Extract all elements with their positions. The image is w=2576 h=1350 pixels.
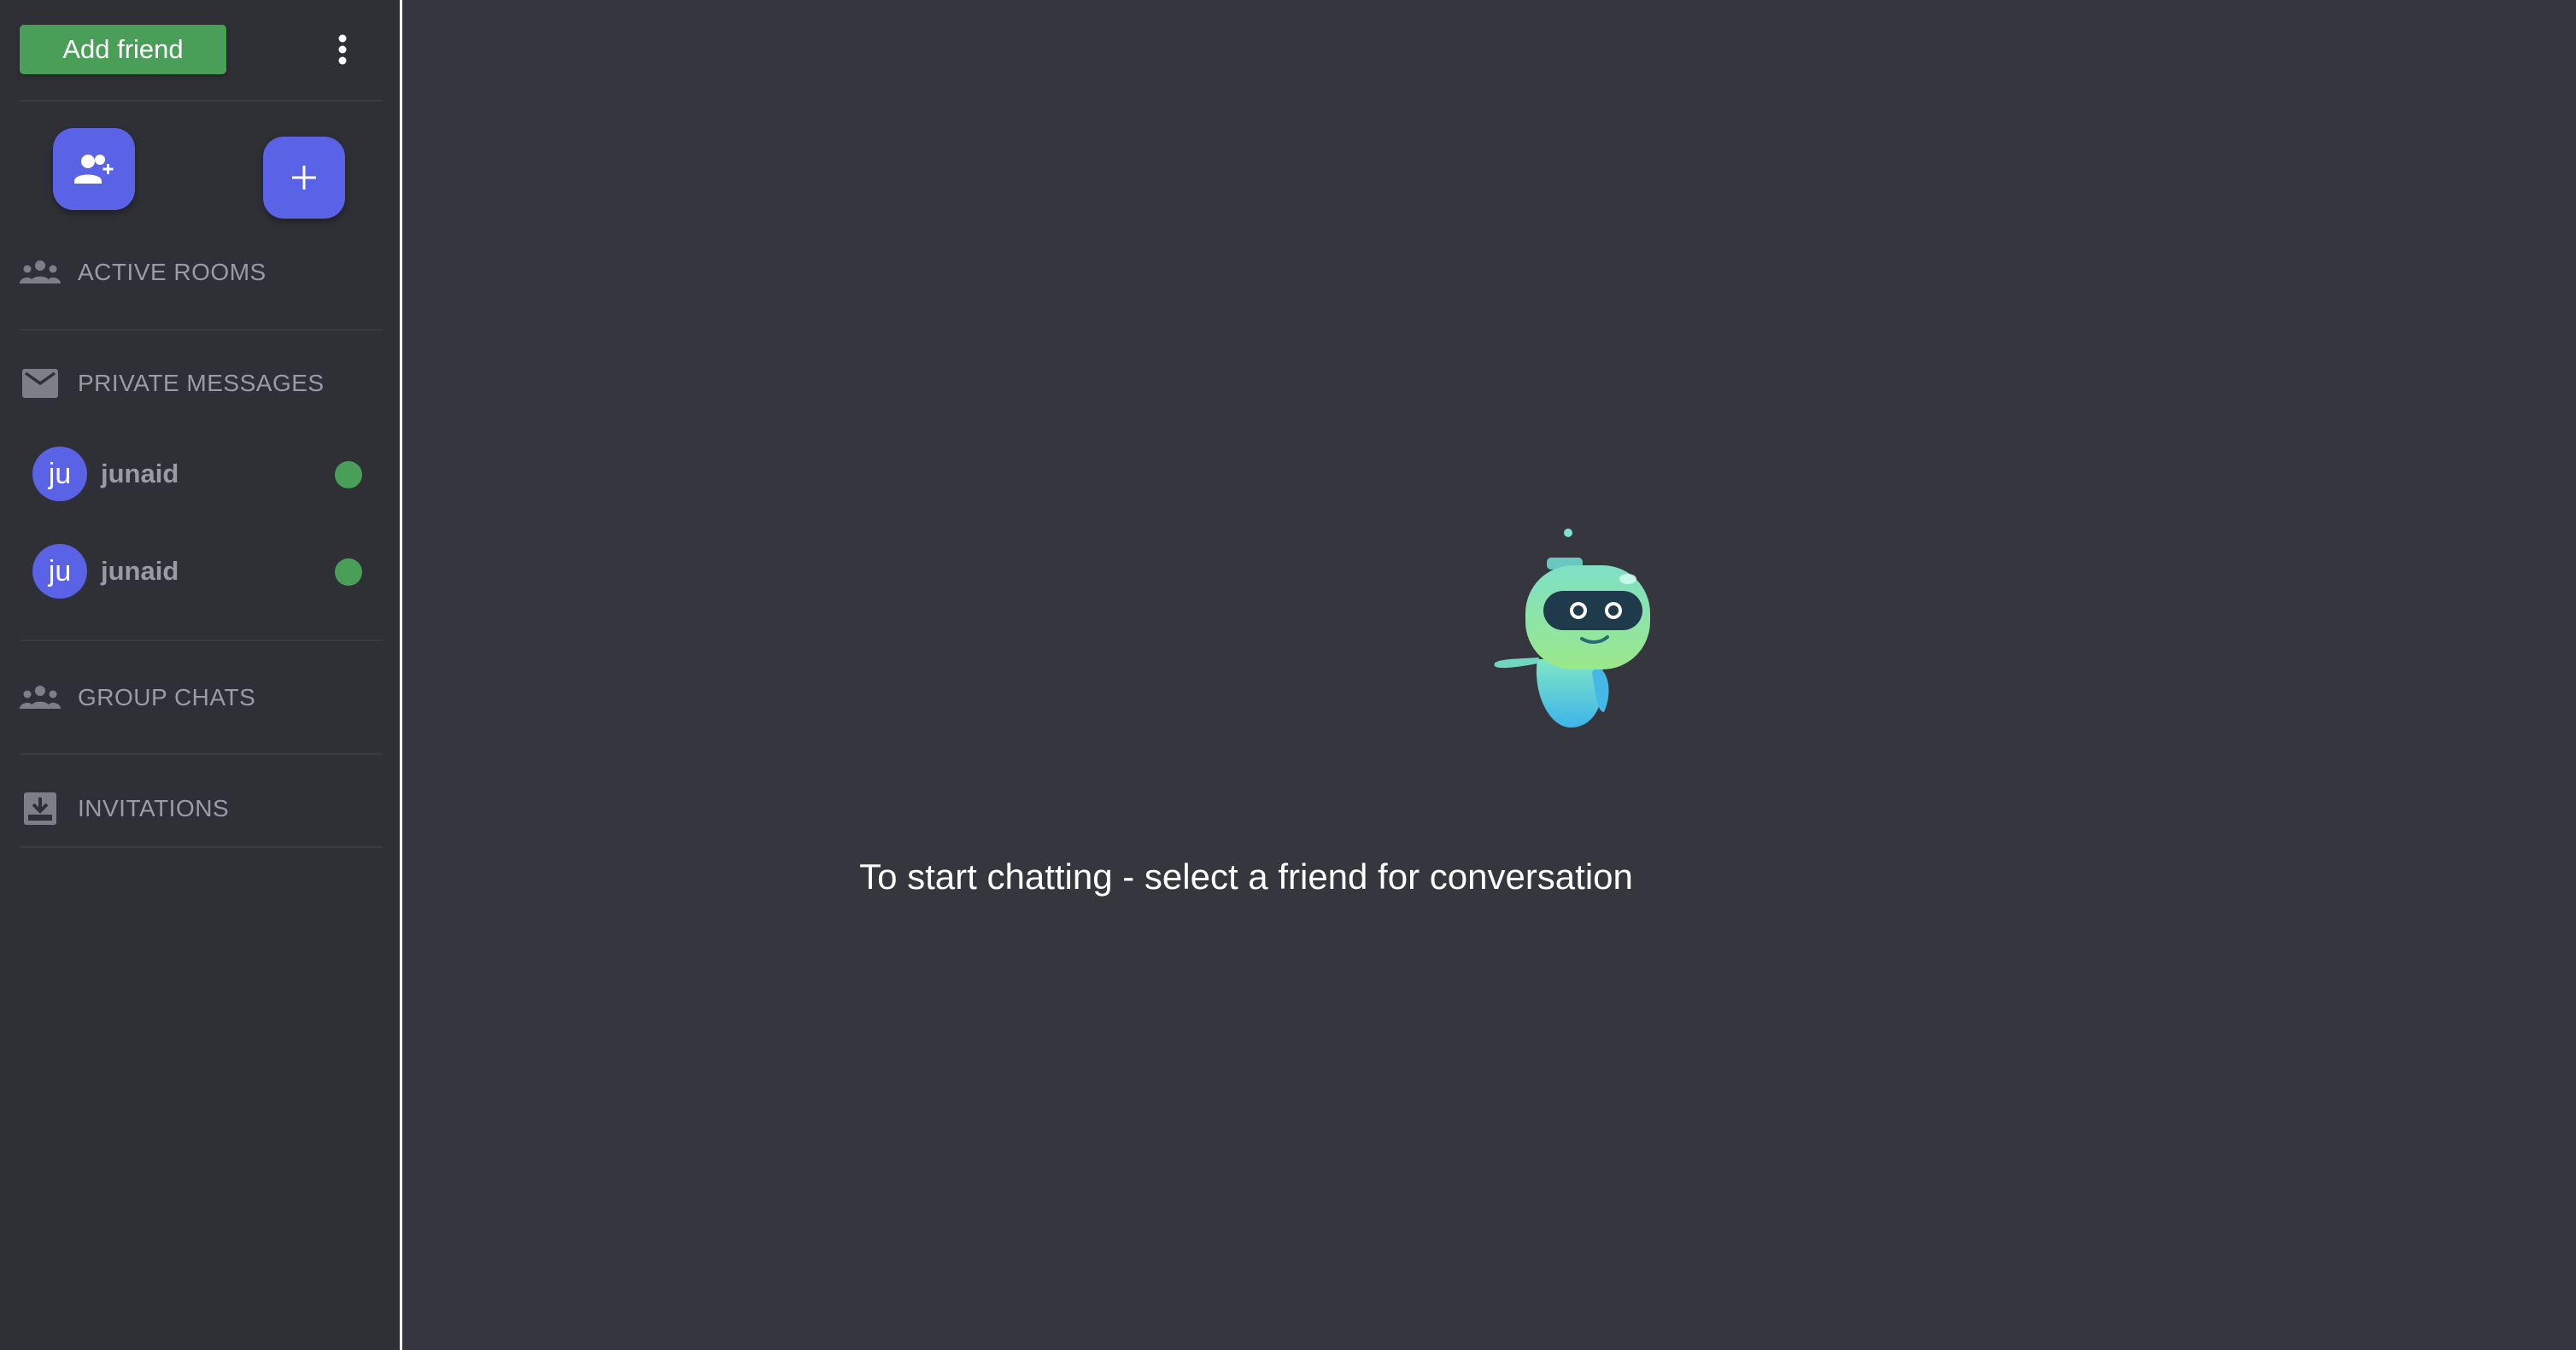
section-label-group-chats: GROUP CHATS [78, 684, 256, 710]
more-vert-icon [338, 34, 347, 65]
avatar: ju [32, 544, 87, 599]
sidebar: Add friend ACTIVE ROOMS PRIVATE MESSAGES… [0, 0, 402, 1350]
section-label-invitations: INVITATIONS [78, 795, 230, 821]
plus-icon [292, 166, 316, 190]
add-friend-button[interactable]: Add friend [20, 25, 226, 74]
contact-item[interactable]: ju junaid [32, 446, 374, 502]
app: Add friend ACTIVE ROOMS PRIVATE MESSAGES… [0, 0, 2576, 1350]
groups-icon [20, 677, 61, 718]
divider [20, 100, 383, 102]
person-add-icon [74, 155, 114, 184]
robot-mascot-icon [1494, 529, 1650, 728]
section-private-messages[interactable]: PRIVATE MESSAGES [20, 358, 383, 409]
section-label-private-messages: PRIVATE MESSAGES [78, 370, 325, 396]
divider [20, 640, 383, 641]
section-invitations[interactable]: INVITATIONS [20, 783, 383, 834]
divider [20, 329, 383, 330]
divider [20, 846, 383, 848]
groups-icon [20, 252, 61, 293]
avatar: ju [32, 447, 87, 501]
mail-icon [20, 363, 61, 404]
more-options-button[interactable] [329, 27, 356, 72]
contact-name: junaid [101, 459, 179, 488]
contact-item[interactable]: ju junaid [32, 543, 374, 599]
divider [20, 753, 383, 755]
online-status-indicator [335, 558, 362, 586]
contact-name: junaid [101, 556, 179, 586]
online-status-indicator [335, 461, 362, 488]
section-label-active-rooms: ACTIVE ROOMS [78, 259, 266, 285]
main-content: To start chatting - select a friend for … [405, 0, 2576, 1350]
add-user-button[interactable] [53, 128, 135, 210]
inbox-download-icon [20, 788, 61, 829]
section-group-chats[interactable]: GROUP CHATS [20, 672, 383, 723]
section-active-rooms[interactable]: ACTIVE ROOMS [20, 247, 383, 298]
add-button[interactable] [263, 137, 345, 219]
empty-state-message: To start chatting - select a friend for … [859, 856, 1633, 897]
